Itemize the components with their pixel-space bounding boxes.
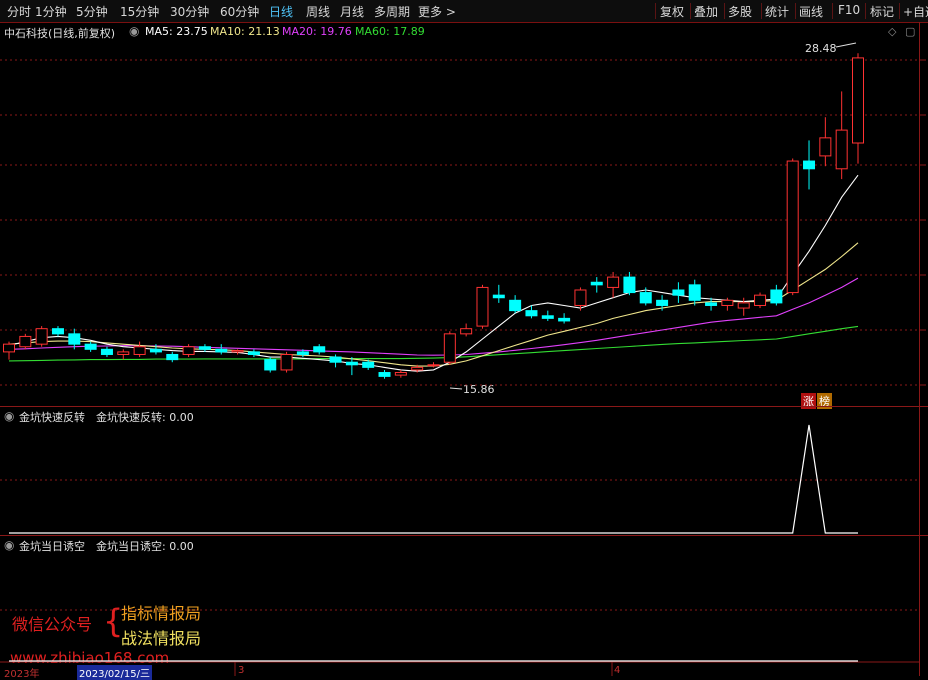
candle-body xyxy=(100,348,113,355)
candle-body xyxy=(639,292,652,304)
candle-body xyxy=(378,372,391,377)
signal1-line xyxy=(9,424,858,534)
candle-body xyxy=(427,364,440,367)
candle-body xyxy=(84,343,97,350)
candle-body xyxy=(786,160,799,294)
candle-body xyxy=(280,353,293,371)
candle-body xyxy=(558,317,571,322)
candle-body xyxy=(525,310,538,317)
candle-body xyxy=(819,137,832,157)
candle-body xyxy=(19,335,32,348)
candle-body xyxy=(721,299,734,306)
candle-body xyxy=(231,350,244,353)
candle-body xyxy=(541,315,554,319)
candle-body xyxy=(688,284,701,301)
candle-body xyxy=(509,299,522,312)
candle-body xyxy=(835,129,848,170)
candle-body xyxy=(133,346,146,355)
candle-body xyxy=(247,351,260,355)
candle-body xyxy=(770,289,783,304)
low-pointer xyxy=(449,387,463,390)
candle-body xyxy=(411,366,424,371)
kline-chart[interactable] xyxy=(0,0,928,676)
candle-body xyxy=(68,333,81,345)
candle-body xyxy=(345,361,358,366)
candle-body xyxy=(198,346,211,350)
ma5-line xyxy=(8,174,859,372)
candle-body xyxy=(215,348,228,353)
candle-body xyxy=(149,348,162,353)
candle-body xyxy=(737,302,750,309)
candle-body xyxy=(492,294,505,299)
candle-body xyxy=(607,276,620,288)
candle-body xyxy=(166,353,179,361)
candle-body xyxy=(705,302,718,306)
candle-body xyxy=(574,289,587,306)
candle-body xyxy=(182,346,195,355)
candle-body xyxy=(362,361,375,368)
ma20-line xyxy=(8,277,859,356)
high-pointer xyxy=(835,42,857,48)
candle-body xyxy=(394,372,407,376)
candle-body xyxy=(656,299,669,306)
candle-body xyxy=(35,328,48,345)
candle-body xyxy=(672,289,685,296)
candle-body xyxy=(313,346,326,353)
candle-body xyxy=(329,356,342,363)
candle-body xyxy=(460,328,473,335)
candle-body xyxy=(117,351,130,355)
candle-body xyxy=(443,333,456,363)
candle-body xyxy=(852,57,864,144)
candle-body xyxy=(590,281,603,286)
candle-body xyxy=(3,343,15,353)
candle-body xyxy=(803,160,816,170)
candle-body xyxy=(476,286,489,327)
candle-body xyxy=(754,294,767,306)
candle-body xyxy=(296,351,309,355)
candle-body xyxy=(623,276,636,294)
candle-body xyxy=(264,359,277,371)
candle-body xyxy=(51,328,64,335)
